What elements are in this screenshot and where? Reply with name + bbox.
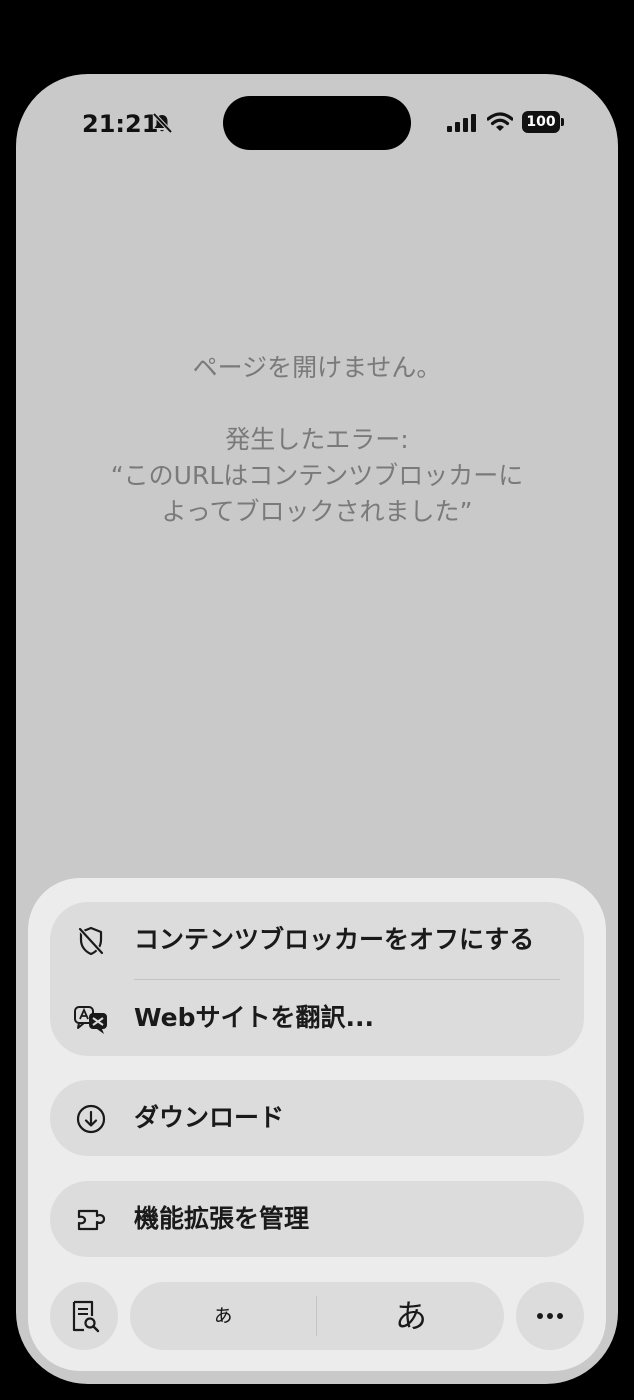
menu-group-extensions: 機能拡張を管理: [50, 1181, 584, 1257]
error-detail-line2: よってブロックされました”: [161, 497, 473, 526]
text-size-control: ぁ あ: [130, 1282, 504, 1350]
content-blocker-off-button[interactable]: コンテンツブロッカーをオフにする: [50, 902, 584, 978]
menu-bottom-bar: ぁ あ: [50, 1282, 584, 1350]
decrease-text-size-button[interactable]: ぁ: [130, 1282, 316, 1350]
translate-website-button[interactable]: Webサイトを翻訳...: [50, 980, 584, 1056]
download-button[interactable]: ダウンロード: [50, 1080, 584, 1156]
ellipsis-icon: [537, 1313, 563, 1319]
page-menu-sheet: コンテンツブロッカーをオフにする Webサイトを翻訳... ダウンロード 機能拡…: [28, 878, 606, 1371]
content-blocker-off-label: コンテンツブロッカーをオフにする: [134, 925, 535, 954]
error-detail-line1: “このURLはコンテンツブロッカーに: [110, 461, 524, 490]
translate-icon: [74, 1006, 107, 1034]
text-size-divider: [316, 1296, 317, 1336]
phone-screen: 21:21 100 ページを開けません。 発生したエラー: “このURLはコンテ…: [16, 74, 618, 1384]
more-options-button[interactable]: [516, 1282, 584, 1350]
cellular-signal-icon: [447, 114, 476, 132]
wifi-icon: [487, 112, 513, 131]
increase-text-size-button[interactable]: あ: [318, 1282, 504, 1350]
bell-slash-icon: [152, 112, 173, 134]
error-message: ページを開けません。 発生したエラー: “このURLはコンテンツブロッカーに よ…: [56, 350, 578, 530]
battery-icon: 100: [522, 111, 560, 133]
error-title: ページを開けません。: [192, 353, 442, 382]
puzzle-piece-icon: [77, 1209, 106, 1231]
menu-group-download: ダウンロード: [50, 1080, 584, 1156]
translate-website-label: Webサイトを翻訳...: [134, 1003, 375, 1032]
status-bar: 21:21 100: [16, 74, 618, 174]
battery-level: 100: [526, 114, 556, 130]
manage-extensions-label: 機能拡張を管理: [134, 1204, 310, 1233]
menu-group-content: コンテンツブロッカーをオフにする Webサイトを翻訳...: [50, 902, 584, 1056]
battery-tip: [561, 118, 564, 126]
error-label: 発生したエラー:: [225, 425, 409, 454]
download-circle-icon: [76, 1104, 106, 1134]
reader-icon: [72, 1300, 100, 1333]
manage-extensions-button[interactable]: 機能拡張を管理: [50, 1181, 584, 1257]
dynamic-island: [223, 96, 411, 150]
reader-button[interactable]: [50, 1282, 118, 1350]
status-time: 21:21: [82, 110, 159, 138]
shield-slash-icon: [78, 926, 104, 956]
download-label: ダウンロード: [134, 1103, 285, 1132]
